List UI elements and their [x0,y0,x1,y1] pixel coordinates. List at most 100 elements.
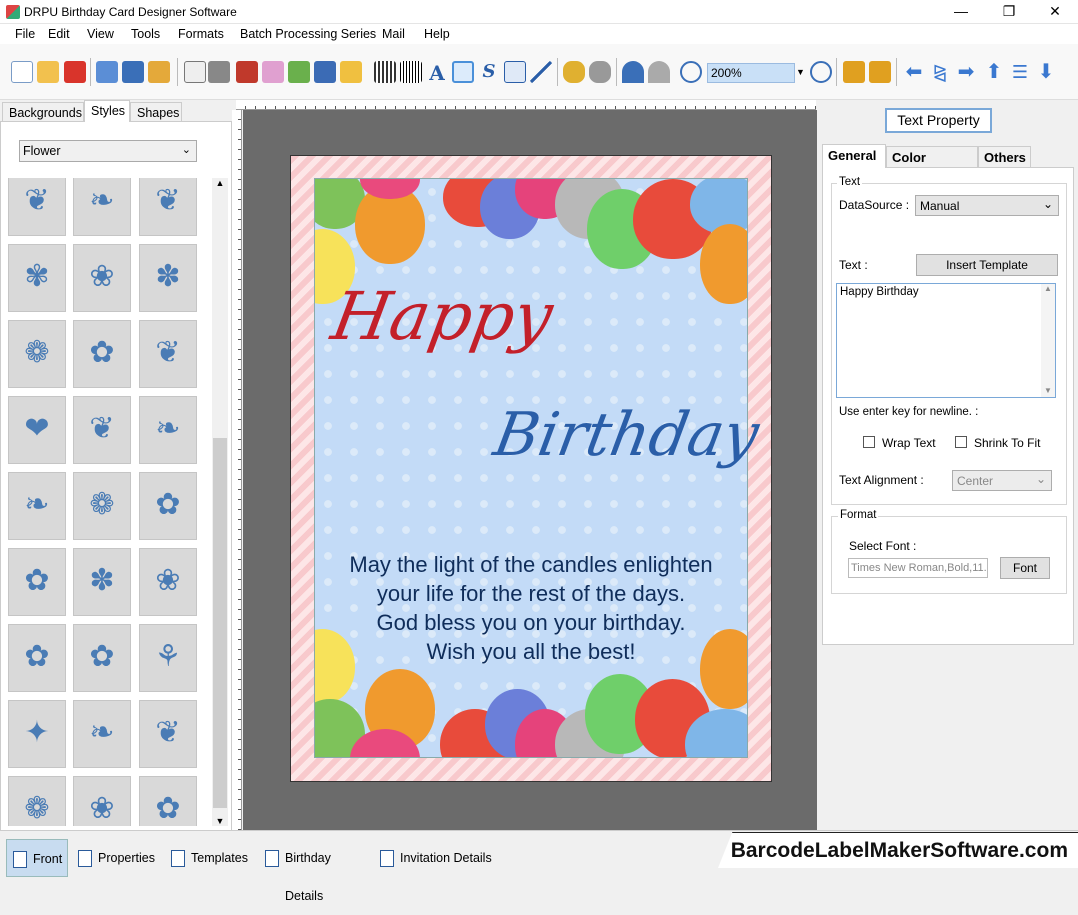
front-tab[interactable]: Front [6,839,68,877]
shrink-to-fit-checkbox[interactable] [955,436,967,448]
tab-others[interactable]: Others [978,146,1031,168]
text-property-button[interactable]: Text Property [885,108,992,133]
arrow-right-icon[interactable]: ➡ [955,61,977,83]
templates-tab[interactable]: Templates [165,839,253,877]
style-thumbnail[interactable]: ✽ [139,244,197,312]
minimize-button[interactable]: — [938,0,984,24]
scrollbar-thumb[interactable] [213,438,227,808]
tab-backgrounds[interactable]: Backgrounds [2,102,84,122]
style-thumbnail[interactable]: ✿ [73,320,131,388]
menu-batch-processing[interactable]: Batch Processing Series [240,27,376,41]
style-thumbnail[interactable]: ✿ [8,548,66,616]
style-thumbnail[interactable]: ❧ [73,178,131,236]
tab-styles[interactable]: Styles [84,100,130,122]
text-icon[interactable]: A [426,61,448,85]
save-as-icon[interactable] [122,61,144,83]
export-icon[interactable] [148,61,170,83]
mail-icon[interactable] [504,61,526,83]
flip-icon[interactable]: ⧎ [929,61,951,83]
arrow-left-icon[interactable]: ⬅ [903,61,925,83]
wrap-text-checkbox[interactable] [863,436,875,448]
style-thumbnail[interactable]: ✿ [139,776,197,826]
style-thumbnail[interactable]: ❦ [139,320,197,388]
style-thumbnail[interactable]: ✿ [8,624,66,692]
style-thumbnail[interactable]: ✿ [139,472,197,540]
style-thumbnail[interactable]: ✾ [8,244,66,312]
database-icon[interactable] [563,61,585,83]
style-thumbnail[interactable]: ❁ [73,472,131,540]
zoom-in-icon[interactable] [680,61,702,83]
card-message[interactable]: May the light of the candles enlighten y… [314,550,748,666]
barcode-linear-icon[interactable] [374,61,396,83]
tab-general[interactable]: General [822,144,886,168]
datasource-select[interactable]: Manual ⌄ [915,195,1059,216]
menu-mail[interactable]: Mail [382,27,405,41]
shapes-icon[interactable] [340,61,362,83]
pen-icon[interactable] [314,61,336,83]
style-thumbnail[interactable]: ❦ [8,178,66,236]
page-setup-icon[interactable] [184,61,206,83]
style-thumbnail[interactable]: ❁ [8,320,66,388]
font-field[interactable]: Times New Roman,Bold,11.8 [848,558,988,578]
align-icon[interactable]: ☰ [1009,61,1031,83]
undo-icon[interactable] [622,61,644,83]
lock-icon[interactable] [843,61,865,83]
gift-icon[interactable] [262,61,284,83]
font-button[interactable]: Font [1000,557,1050,579]
text-input[interactable]: Happy Birthday ▲ ▼ [836,283,1056,398]
text-box-icon[interactable] [452,61,474,83]
arrow-down-icon[interactable]: ⬇ [1035,61,1057,83]
style-thumbnail[interactable]: ❧ [139,396,197,464]
zoom-out-icon[interactable] [810,61,832,83]
style-thumbnail[interactable]: ❦ [139,178,197,236]
category-select[interactable]: Flower ⌄ [19,140,197,162]
style-thumbnail[interactable]: ❤ [8,396,66,464]
copy-icon[interactable] [236,61,258,83]
birthday-details-tab[interactable]: Birthday Details [259,839,371,903]
zoom-input[interactable]: 200% [707,63,795,83]
arrow-up-icon[interactable]: ⬆ [983,61,1005,83]
invitation-details-tab[interactable]: Invitation Details [374,839,494,877]
menu-view[interactable]: View [87,27,114,41]
tab-color-effects[interactable]: Color Effects [886,146,978,180]
redo-icon[interactable] [648,61,670,83]
image-icon[interactable] [288,61,310,83]
text-scrollbar[interactable]: ▲ ▼ [1041,284,1055,397]
style-thumbnail[interactable]: ❦ [139,700,197,768]
close-button[interactable]: ✕ [1032,0,1078,24]
style-thumbnail[interactable]: ❀ [73,244,131,312]
open-folder-icon[interactable] [37,61,59,83]
style-thumbnail[interactable]: ❦ [73,396,131,464]
line-icon[interactable] [530,61,552,83]
insert-template-button[interactable]: Insert Template [916,254,1058,276]
style-thumbnail[interactable]: ❀ [139,548,197,616]
signature-icon[interactable]: S [478,61,500,83]
zoom-dropdown-icon[interactable]: ▼ [796,67,805,77]
style-thumbnail[interactable]: ❧ [73,700,131,768]
menu-tools[interactable]: Tools [131,27,160,41]
style-thumbnail[interactable]: ✦ [8,700,66,768]
properties-tab[interactable]: Properties [72,839,160,877]
menu-formats[interactable]: Formats [178,27,224,41]
style-thumbnail[interactable]: ❀ [73,776,131,826]
new-file-icon[interactable] [11,61,33,83]
style-thumbnail[interactable]: ✽ [73,548,131,616]
style-scrollbar[interactable]: ▲ ▼ [212,178,228,826]
database-settings-icon[interactable] [589,61,611,83]
menu-help[interactable]: Help [424,27,450,41]
close-file-icon[interactable] [64,61,86,83]
style-thumbnail[interactable]: ❧ [8,472,66,540]
style-thumbnail[interactable]: ❁ [8,776,66,826]
barcode-icon[interactable] [400,61,422,83]
menu-edit[interactable]: Edit [48,27,70,41]
save-icon[interactable] [96,61,118,83]
tab-shapes[interactable]: Shapes [130,102,182,122]
maximize-button[interactable]: ❐ [986,0,1032,24]
print-icon[interactable] [208,61,230,83]
birthday-text[interactable]: Birthday [489,400,764,470]
alignment-select[interactable]: Center ⌄ [952,470,1052,491]
happy-text[interactable]: Happy [326,278,558,355]
menu-file[interactable]: File [15,27,35,41]
style-thumbnail[interactable]: ⚘ [139,624,197,692]
unlock-icon[interactable] [869,61,891,83]
